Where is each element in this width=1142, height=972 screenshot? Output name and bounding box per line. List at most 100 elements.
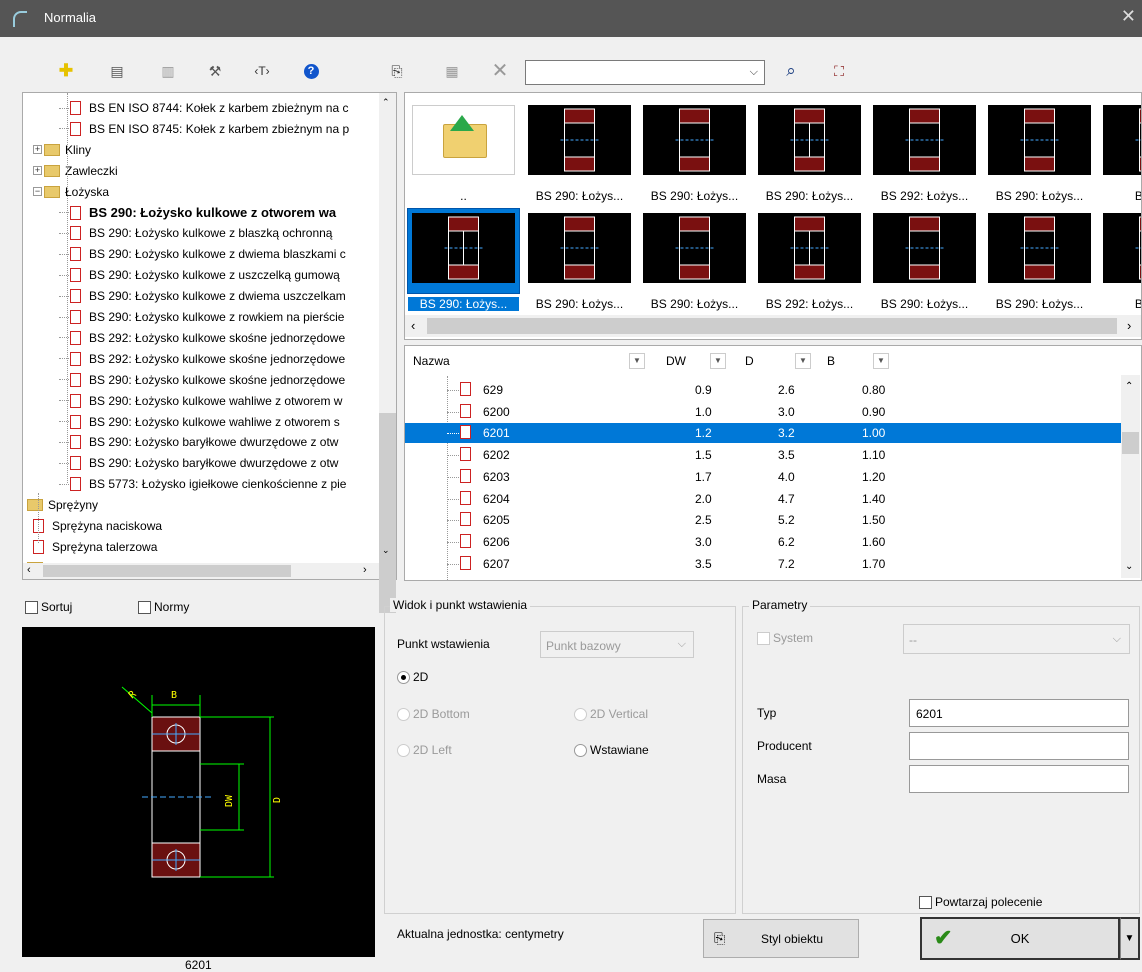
thumbnail-hscrollbar[interactable]: ‹› (405, 315, 1142, 337)
tree-folder[interactable]: +Zawleczki (33, 161, 118, 181)
category-tree[interactable]: BS EN ISO 8744: Kołek z karbem zbieżnym … (22, 92, 397, 580)
object-style-button[interactable]: ⎘ Styl obiektu (703, 919, 859, 958)
thumbnail-item[interactable]: BS 290 (1099, 101, 1142, 185)
thumbnail-item[interactable]: BS 290: Łożys... (524, 101, 635, 185)
insert-point-select[interactable]: Punkt bazowy ⌵ (540, 631, 694, 658)
radio-2d[interactable]: 2D (397, 670, 428, 684)
tree-item[interactable]: BS 292: Łożysko kulkowe skośne jednorzęd… (59, 349, 345, 369)
thumbnail-item[interactable]: BS 290: Łożys... (754, 101, 865, 185)
ok-button[interactable]: ✔ OK (920, 917, 1120, 960)
table-row[interactable]: 62073.57.21.70 (405, 554, 1123, 574)
ok-dropdown-button[interactable]: ▼ (1120, 917, 1140, 960)
tree-item[interactable]: BS 292: Łożysko kulkowe skośne jednorzęd… (59, 328, 345, 348)
table-icon[interactable]: ▦ (439, 59, 465, 83)
masa-field[interactable] (909, 765, 1129, 793)
thumbnail-item[interactable]: BS 290: Łożys... (984, 101, 1095, 185)
scroll-down-icon[interactable]: ⌄ (1125, 561, 1133, 572)
thumbnail-item[interactable]: BS 290: Łożys... (408, 209, 519, 293)
table-row[interactable]: 62063.06.21.60 (405, 532, 1123, 552)
tree-item[interactable]: BS 290: Łożysko kulkowe wahliwe z otwore… (59, 391, 342, 411)
thumbnail-item[interactable]: BS 292: Łożys... (754, 209, 865, 293)
document-icon[interactable]: ▥ (155, 59, 181, 83)
table-row[interactable]: 62031.74.01.20 (405, 467, 1123, 487)
search-icon[interactable]: ⌕ (778, 59, 804, 83)
radio-2d-left[interactable]: 2D Left (397, 743, 452, 757)
filter-b[interactable]: ▼ (873, 349, 889, 373)
tree-folder[interactable]: +Kliny (33, 140, 91, 160)
help-icon[interactable]: ? (298, 59, 324, 83)
hscroll-thumb[interactable] (43, 565, 291, 577)
collapse-icon[interactable]: − (33, 187, 42, 196)
system-checkbox[interactable]: System (757, 631, 813, 645)
close-icon[interactable]: ✕ (1121, 6, 1136, 27)
checkbox-icon[interactable] (138, 601, 151, 614)
tree-item[interactable]: BS 290: Łożysko kulkowe z uszczelką gumo… (59, 265, 340, 285)
properties-icon[interactable]: ▤ (104, 59, 130, 83)
radio-icon[interactable] (574, 708, 587, 721)
scroll-left-icon[interactable]: ‹ (411, 318, 415, 333)
parameters-table[interactable]: Nazwa ▼ DW ▼ D ▼ B ▼ 6290.92.60.8062001.… (404, 345, 1142, 581)
search-combo[interactable]: ⌵ (525, 60, 765, 85)
radio-2d-vertical[interactable]: 2D Vertical (574, 707, 648, 721)
expand-icon[interactable]: + (33, 166, 42, 175)
radio-selected-icon[interactable] (397, 671, 410, 684)
scroll-up-icon[interactable]: ⌃ (382, 97, 390, 108)
producent-field[interactable] (909, 732, 1129, 760)
checkbox-icon[interactable] (25, 601, 38, 614)
text-tag-icon[interactable]: ‹T› (249, 59, 275, 83)
scroll-down-icon[interactable]: ⌄ (382, 545, 390, 556)
table-row[interactable]: 62011.23.21.00 (405, 423, 1123, 443)
thumbnail-item[interactable]: BS 290: Łożys... (639, 101, 750, 185)
expand-icon[interactable]: + (33, 145, 42, 154)
chevron-down-icon[interactable]: ⌵ (750, 66, 758, 79)
scroll-up-icon[interactable]: ⌃ (1125, 381, 1133, 392)
thumbnail-item[interactable]: BS 290 (1099, 209, 1142, 293)
tree-scrollbar[interactable]: ⌃ ⌄ (379, 93, 396, 563)
filter-dw[interactable]: ▼ (710, 349, 726, 373)
tree-item[interactable]: BS 290: Łożysko baryłkowe dwurzędowe z o… (59, 432, 338, 452)
table-row[interactable]: 62001.03.00.90 (405, 402, 1123, 422)
sortuj-checkbox[interactable]: Sortuj (25, 600, 72, 614)
column-header-b[interactable]: B (827, 349, 835, 373)
table-row[interactable]: 6290.92.60.80 (405, 380, 1123, 400)
grid-scrollbar[interactable]: ⌃ ⌄ (1121, 375, 1140, 578)
column-header-d[interactable]: D (745, 349, 754, 373)
radio-2d-bottom[interactable]: 2D Bottom (397, 707, 470, 721)
table-row[interactable]: 62052.55.21.50 (405, 510, 1123, 530)
tree-item[interactable]: Sprężyna talerzowa (33, 537, 157, 557)
scroll-left-icon[interactable]: ‹ (27, 564, 31, 576)
tree-item[interactable]: BS 290: Łożysko baryłkowe dwurzędowe z o… (59, 453, 338, 473)
tree-item[interactable]: BS 290: Łożysko kulkowe z dwiema uszczel… (59, 286, 346, 306)
tree-item[interactable]: BS 290: Łożysko kulkowe z rowkiem na pie… (59, 307, 344, 327)
thumbnail-item[interactable]: BS 290: Łożys... (639, 209, 750, 293)
tree-item[interactable]: BS EN ISO 8745: Kołek z karbem zbieżnym … (59, 119, 349, 139)
table-row[interactable]: 62021.53.51.10 (405, 445, 1123, 465)
thumbnail-item[interactable]: .. (408, 101, 519, 185)
tree-item[interactable]: BS 290: Łożysko kulkowe skośne jednorzęd… (59, 370, 345, 390)
filter-d[interactable]: ▼ (795, 349, 811, 373)
copy-icon[interactable]: ⎘ (384, 59, 410, 83)
tree-item[interactable]: BS 5773: Łożysko igiełkowe cienkościenne… (59, 474, 346, 494)
tools-icon[interactable]: ⚒ (202, 59, 228, 83)
thumbnail-item[interactable]: BS 290: Łożys... (869, 209, 980, 293)
thumbnail-item[interactable]: BS 292: Łożys... (869, 101, 980, 185)
table-row[interactable]: 62042.04.71.40 (405, 489, 1123, 509)
checkbox-icon[interactable] (757, 632, 770, 645)
repeat-command-checkbox[interactable]: Powtarzaj polecenie (919, 895, 1042, 909)
find-icon[interactable]: ⛶ (826, 59, 852, 83)
scroll-thumb[interactable] (1122, 432, 1139, 454)
typ-field[interactable]: 6201 (909, 699, 1129, 727)
column-header-dw[interactable]: DW (666, 349, 686, 373)
add-icon[interactable]: ✚ (53, 59, 79, 83)
radio-icon[interactable] (397, 744, 410, 757)
normy-checkbox[interactable]: Normy (138, 600, 189, 614)
tree-item[interactable]: BS 290: Łożysko kulkowe wahliwe z otwore… (59, 412, 340, 432)
radio-icon[interactable] (397, 708, 410, 721)
tree-item[interactable]: BS 290: Łożysko kulkowe z dwiema blaszka… (59, 244, 346, 264)
filter-nazwa[interactable]: ▼ (629, 349, 645, 373)
column-header-nazwa[interactable]: Nazwa (413, 349, 450, 373)
radio-icon[interactable] (574, 744, 587, 757)
hscroll-thumb[interactable] (427, 318, 1117, 334)
tree-item[interactable]: BS 290: Łożysko kulkowe z otworem wa (59, 203, 336, 223)
system-select[interactable]: -- ⌵ (903, 624, 1130, 654)
